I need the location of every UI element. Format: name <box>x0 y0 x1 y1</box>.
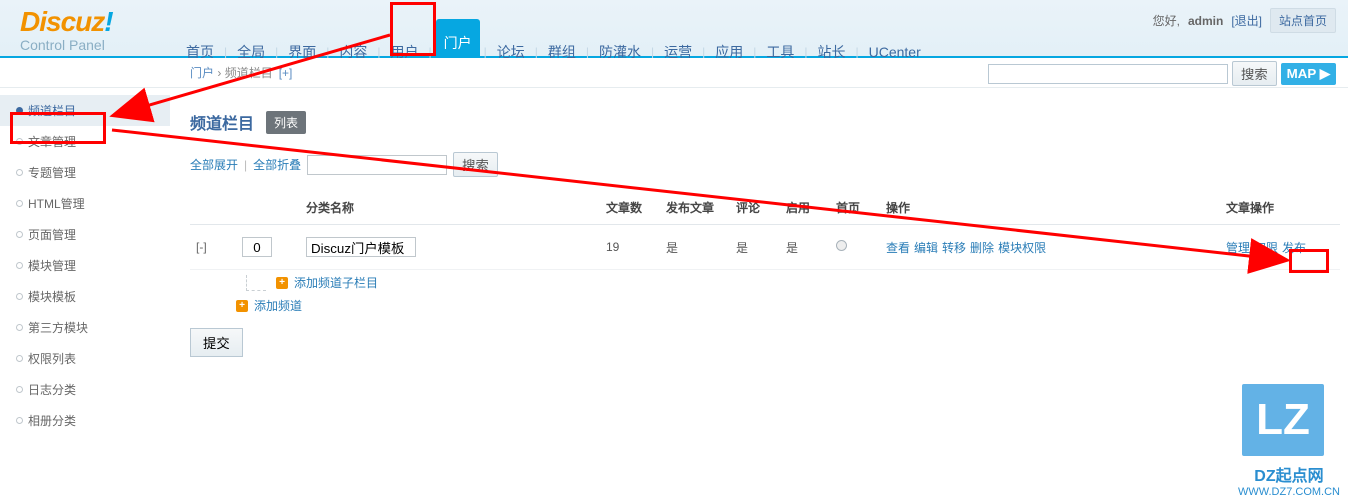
add-channel-label: 添加频道 <box>254 297 302 314</box>
logo-brand: Discuz <box>20 6 104 37</box>
watermark-url: WWW.DZ7.COM.CN <box>1238 486 1340 498</box>
sidebar-item-8[interactable]: 权限列表 <box>0 343 170 374</box>
sidebar-item-4[interactable]: 页面管理 <box>0 219 170 250</box>
add-channel[interactable]: + 添加频道 <box>236 297 1340 314</box>
greet-label: 您好, <box>1153 12 1180 29</box>
sidebar-item-0[interactable]: 频道栏目 <box>0 95 170 126</box>
th-name: 分类名称 <box>300 191 600 225</box>
row-article-ops: 管理权限发布 <box>1220 225 1340 270</box>
tree-line-icon <box>246 275 266 291</box>
header-search: 搜索 MAP ▶ <box>988 61 1336 86</box>
toolbelt: 全部展开 | 全部折叠 搜索 <box>190 152 1340 177</box>
crumb-root[interactable]: 门户 <box>190 66 214 80</box>
th-enable: 启用 <box>780 191 830 225</box>
sidebar: 频道栏目文章管理专题管理HTML管理页面管理模块管理模块模板第三方模块权限列表日… <box>0 95 170 436</box>
user-bar: 您好, admin [退出] 站点首页 <box>1153 8 1336 33</box>
row-home-radio[interactable] <box>836 240 847 251</box>
row-collapse[interactable]: [-] <box>196 240 207 254</box>
plus-icon: + <box>276 277 288 289</box>
th-comment: 评论 <box>730 191 780 225</box>
sidebar-item-6[interactable]: 模块模板 <box>0 281 170 312</box>
breadcrumb-bar: 门户 › 频道栏目 [+] 搜索 MAP ▶ <box>0 58 1348 88</box>
sidebar-item-9[interactable]: 日志分类 <box>0 374 170 405</box>
op-查看[interactable]: 查看 <box>886 241 910 255</box>
sidebar-item-7[interactable]: 第三方模块 <box>0 312 170 343</box>
logo-bang: ! <box>104 6 112 37</box>
submit-bar: 提交 <box>190 328 1340 357</box>
filter-input[interactable] <box>307 155 447 175</box>
page-title: 频道栏目 <box>190 110 254 134</box>
channel-table: 分类名称 文章数 发布文章 评论 启用 首页 操作 文章操作 [-] 19 是 … <box>190 191 1340 270</box>
watermark-icon: LZ <box>1238 380 1328 460</box>
breadcrumb-add[interactable]: [+] <box>279 66 293 80</box>
crumb-sep: › <box>217 66 221 80</box>
row-ops: 查看编辑转移删除模块权限 <box>880 225 1220 270</box>
submit-button[interactable]: 提交 <box>190 328 243 357</box>
watermark: LZ DZ起点网 WWW.DZ7.COM.CN <box>1238 380 1340 498</box>
filter-search-button[interactable]: 搜索 <box>453 152 498 177</box>
th-article-ops: 文章操作 <box>1220 191 1340 225</box>
map-button[interactable]: MAP ▶ <box>1281 63 1336 85</box>
row-comment: 是 <box>730 225 780 270</box>
row-enable: 是 <box>780 225 830 270</box>
sidebar-item-10[interactable]: 相册分类 <box>0 405 170 436</box>
artop-权限[interactable]: 权限 <box>1254 241 1278 255</box>
row-articles: 19 <box>600 225 660 270</box>
logo: Discuz! Control Panel <box>20 8 113 52</box>
plus-icon: + <box>236 300 248 312</box>
divider: | <box>244 158 247 172</box>
site-home-link[interactable]: 站点首页 <box>1270 8 1336 33</box>
logo-subtitle: Control Panel <box>20 38 113 52</box>
crumb-current: 频道栏目 <box>225 66 273 80</box>
breadcrumb: 门户 › 频道栏目 <box>190 64 273 81</box>
view-list-badge[interactable]: 列表 <box>266 111 306 134</box>
row-publish: 是 <box>660 225 730 270</box>
row-name-input[interactable] <box>306 237 416 257</box>
header-search-button[interactable]: 搜索 <box>1232 61 1277 86</box>
sidebar-item-1[interactable]: 文章管理 <box>0 126 170 157</box>
th-articles: 文章数 <box>600 191 660 225</box>
add-sub-channel[interactable]: + 添加频道子栏目 <box>246 274 1340 291</box>
page-title-bar: 频道栏目 列表 <box>190 110 1340 134</box>
sidebar-item-5[interactable]: 模块管理 <box>0 250 170 281</box>
add-sub-label: 添加频道子栏目 <box>294 274 378 291</box>
op-模块权限[interactable]: 模块权限 <box>998 241 1046 255</box>
sidebar-item-3[interactable]: HTML管理 <box>0 188 170 219</box>
th-home: 首页 <box>830 191 880 225</box>
collapse-all[interactable]: 全部折叠 <box>253 156 301 173</box>
header: Discuz! Control Panel 首页|全局|界面|内容|用户|门户|… <box>0 0 1348 58</box>
watermark-label: DZ起点网 <box>1238 462 1340 486</box>
table-row: [-] 19 是 是 是 查看编辑转移删除模块权限 管理权限发布 <box>190 225 1340 270</box>
logout-link[interactable]: [退出] <box>1231 12 1262 29</box>
header-search-input[interactable] <box>988 64 1228 84</box>
artop-管理[interactable]: 管理 <box>1226 241 1250 255</box>
op-转移[interactable]: 转移 <box>942 241 966 255</box>
username: admin <box>1188 14 1223 28</box>
th-ops: 操作 <box>880 191 1220 225</box>
op-编辑[interactable]: 编辑 <box>914 241 938 255</box>
expand-all[interactable]: 全部展开 <box>190 156 238 173</box>
artop-发布[interactable]: 发布 <box>1282 241 1306 255</box>
main: 频道栏目 列表 全部展开 | 全部折叠 搜索 分类名称 文章数 发布文章 评论 … <box>190 110 1340 357</box>
th-publish: 发布文章 <box>660 191 730 225</box>
op-删除[interactable]: 删除 <box>970 241 994 255</box>
sidebar-item-2[interactable]: 专题管理 <box>0 157 170 188</box>
row-order-input[interactable] <box>242 237 272 257</box>
